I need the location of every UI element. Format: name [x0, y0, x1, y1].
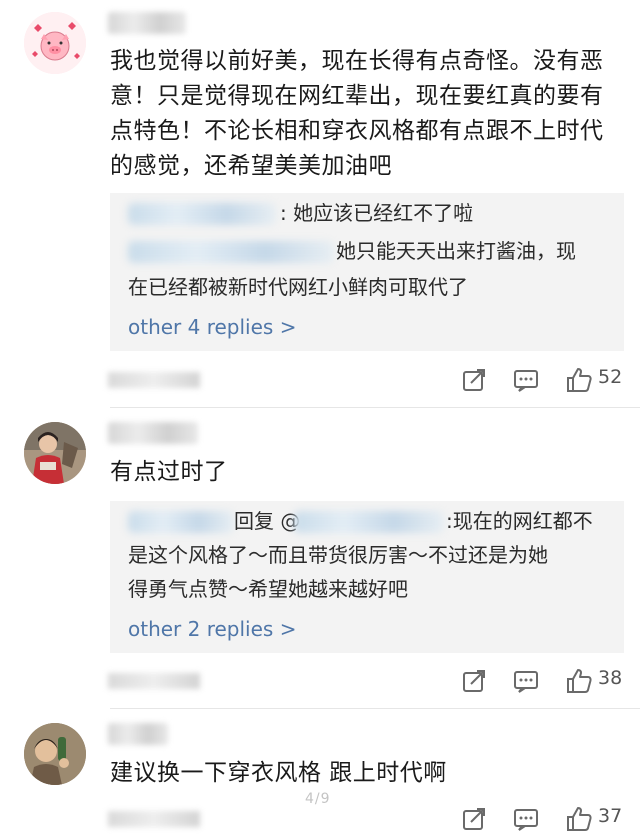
comment-item: 我也觉得以前好美，现在长得有点奇怪。没有恶意！只是觉得现在网红辈出，现在要红真的… — [0, 0, 640, 400]
avatar[interactable] — [24, 422, 86, 484]
reply-text: 她只能天天出来打酱油，现 — [336, 239, 576, 263]
person-photo-icon — [24, 422, 86, 484]
reply-username[interactable] — [128, 511, 234, 533]
timestamp — [108, 811, 200, 827]
share-icon[interactable] — [460, 667, 488, 695]
more-replies-link[interactable]: other 4 replies > — [128, 315, 296, 339]
reply-text: 回复 @ — [234, 509, 301, 533]
comment-icon[interactable] — [512, 667, 540, 695]
reply-text: :现在的网红都不 — [446, 509, 593, 533]
thumbs-up-icon[interactable] — [565, 667, 593, 695]
reply-text: : 她应该已经红不了啦 — [280, 201, 474, 225]
reply-username[interactable] — [128, 241, 334, 263]
share-icon[interactable] — [460, 366, 488, 394]
like-count: 52 — [598, 366, 623, 388]
comment-text: 我也觉得以前好美，现在长得有点奇怪。没有恶意！只是觉得现在网红辈出，现在要红真的… — [110, 48, 604, 179]
more-replies-link[interactable]: other 2 replies > — [128, 617, 296, 641]
reply-username[interactable] — [294, 511, 444, 533]
comment-text: 建议换一下穿衣风格 跟上时代啊 — [110, 760, 447, 786]
action-bar: 37 — [0, 799, 640, 839]
comment-item: 建议换一下穿衣风格 跟上时代啊 4/9 37 — [0, 709, 640, 836]
reply-box[interactable]: 回复 @ :现在的网红都不 是这个风格了～而且带货很厉害～不过还是为她 得勇气点… — [110, 501, 624, 653]
person-photo-icon — [24, 723, 86, 785]
avatar[interactable] — [24, 723, 86, 785]
action-bar: 38 — [0, 661, 640, 701]
pig-avatar-icon — [24, 12, 86, 74]
timestamp — [108, 673, 200, 689]
share-icon[interactable] — [460, 805, 488, 833]
reply-text: 得勇气点赞～希望她越来越好吧 — [128, 577, 408, 601]
timestamp — [108, 372, 200, 388]
like-count: 37 — [598, 805, 623, 827]
thumbs-up-icon[interactable] — [565, 366, 593, 394]
comment-icon[interactable] — [512, 366, 540, 394]
username[interactable] — [108, 723, 168, 745]
reply-username[interactable] — [128, 203, 276, 225]
like-count: 38 — [598, 667, 623, 689]
comment-item: 有点过时了 回复 @ :现在的网红都不 是这个风格了～而且带货很厉害～不过还是为… — [0, 408, 640, 708]
reply-box[interactable]: : 她应该已经红不了啦 她只能天天出来打酱油，现 在已经都被新时代网红小鲜肉可取… — [110, 193, 624, 351]
action-bar: 52 — [0, 360, 640, 400]
username[interactable] — [108, 422, 198, 444]
username[interactable] — [108, 12, 186, 34]
reply-text: 在已经都被新时代网红小鲜肉可取代了 — [128, 275, 468, 299]
thumbs-up-icon[interactable] — [565, 805, 593, 833]
avatar[interactable] — [24, 12, 86, 74]
comment-text: 有点过时了 — [110, 459, 228, 485]
reply-text: 是这个风格了～而且带货很厉害～不过还是为她 — [128, 543, 548, 567]
comment-icon[interactable] — [512, 805, 540, 833]
